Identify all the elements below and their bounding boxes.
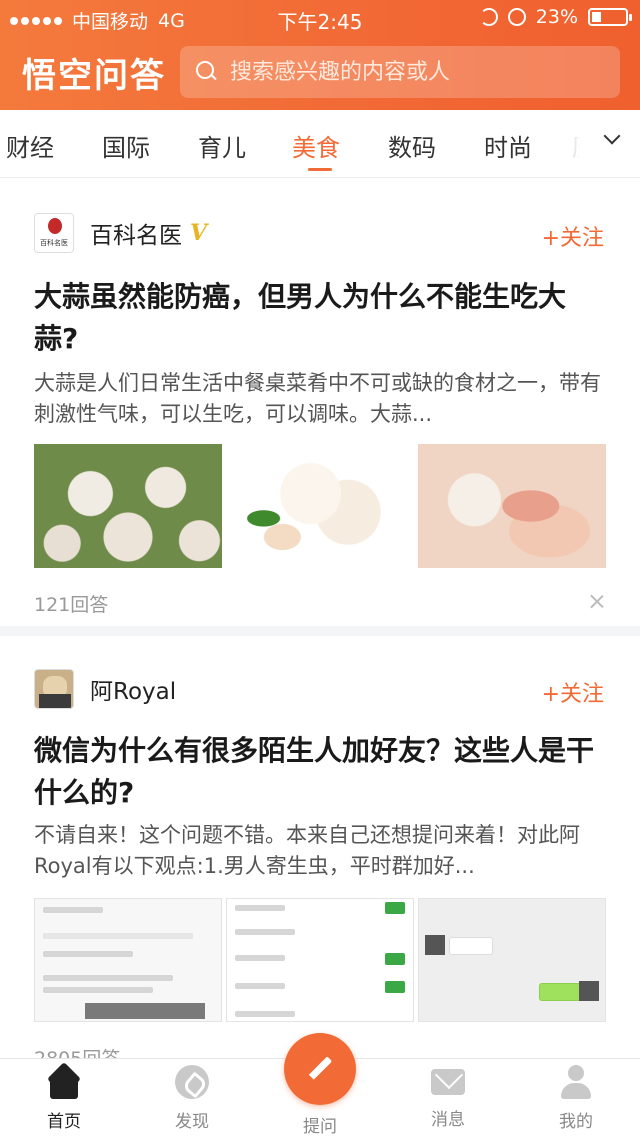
user-icon [559, 1065, 593, 1099]
close-icon[interactable] [590, 594, 604, 608]
author-name[interactable]: 阿Royal [90, 672, 176, 706]
answer-count: 121回答 [34, 594, 109, 616]
nav-messages[interactable]: 消息 [408, 1065, 488, 1130]
question-title[interactable]: 微信为什么有很多陌生人加好友？这些人是干什么的? [34, 730, 606, 814]
answer-count: 2805回答 [34, 1044, 120, 1058]
envelope-icon [431, 1069, 465, 1095]
status-bar: 中国移动 4G 下午2:45 23% [0, 0, 640, 36]
category-tabs: 财经 国际 育儿 美食 数码 时尚 历 [0, 110, 640, 178]
garlic-photo-1[interactable] [34, 444, 222, 568]
author-row: 阿Royal [34, 668, 176, 710]
thumbnail-row [34, 898, 606, 1022]
card-divider [0, 626, 640, 636]
nav-me[interactable]: 我的 [536, 1065, 616, 1132]
tab-parenting[interactable]: 育儿 [198, 128, 246, 163]
nav-discover-label: 发现 [175, 1112, 209, 1132]
garlic-photo-3[interactable] [418, 444, 606, 568]
search-icon [196, 61, 218, 83]
answer-abstract[interactable]: 大蒜是人们日常生活中餐桌菜肴中不可或缺的食材之一，带有刺激性气味，可以生吃，可以… [34, 368, 606, 430]
home-icon [47, 1065, 81, 1099]
chat-screenshot-1[interactable] [34, 898, 222, 1022]
nav-discover[interactable]: 发现 [152, 1065, 232, 1132]
question-card[interactable]: 阿Royal +关注 微信为什么有很多陌生人加好友？这些人是干什么的? 不请自来… [0, 636, 640, 1058]
question-feed: 百科名医 百科名医 V +关注 大蒜虽然能防癌，但男人为什么不能生吃大蒜? 大蒜… [0, 178, 640, 1058]
author-name[interactable]: 百科名医 [90, 216, 182, 250]
verified-badge-icon: V [190, 220, 208, 246]
nav-ask-label[interactable]: 提问 [280, 1112, 360, 1137]
tab-food[interactable]: 美食 [292, 128, 340, 163]
tab-finance[interactable]: 财经 [6, 128, 54, 163]
pencil-icon [306, 1055, 334, 1083]
active-tab-indicator [308, 168, 332, 171]
nav-me-label: 我的 [559, 1112, 593, 1132]
answer-abstract[interactable]: 不请自来！这个问题不错。本来自己还想提问来着！对此阿Royal有以下观点:1.男… [34, 820, 606, 882]
nav-messages-label: 消息 [431, 1110, 465, 1130]
search-bar[interactable] [180, 46, 620, 98]
nav-home-label: 首页 [47, 1112, 81, 1132]
bottom-nav: 首页 发现 提问 消息 我的 [0, 1033, 640, 1139]
avatar-text: 百科名医 [40, 239, 68, 247]
tab-digital[interactable]: 数码 [388, 128, 436, 163]
ask-question-button[interactable] [284, 1033, 356, 1105]
tab-fade [538, 110, 608, 177]
top-header: 中国移动 4G 下午2:45 23% 悟空问答 [0, 0, 640, 110]
chevron-down-icon[interactable] [604, 130, 620, 146]
compass-icon [175, 1065, 209, 1099]
moon-icon [479, 8, 498, 26]
thumbnail-row [34, 444, 606, 568]
nav-home[interactable]: 首页 [24, 1065, 104, 1132]
follow-button[interactable]: +关注 [542, 676, 604, 708]
chat-screenshot-2[interactable] [226, 898, 414, 1022]
rotation-lock-icon [507, 8, 526, 26]
avatar[interactable]: 百科名医 [34, 213, 74, 253]
avatar[interactable] [34, 669, 74, 709]
chat-screenshot-3[interactable] [418, 898, 606, 1022]
battery-percent: 23% [535, 6, 578, 28]
search-input[interactable] [230, 59, 590, 85]
garlic-photo-2[interactable] [226, 444, 414, 568]
author-row: 百科名医 百科名医 V [34, 212, 207, 254]
tab-international[interactable]: 国际 [102, 128, 150, 163]
question-card[interactable]: 百科名医 百科名医 V +关注 大蒜虽然能防癌，但男人为什么不能生吃大蒜? 大蒜… [0, 178, 640, 626]
tab-fashion[interactable]: 时尚 [484, 128, 532, 163]
battery-icon [588, 8, 632, 26]
question-title[interactable]: 大蒜虽然能防癌，但男人为什么不能生吃大蒜? [34, 276, 606, 360]
app-logo[interactable]: 悟空问答 [22, 48, 166, 97]
follow-button[interactable]: +关注 [542, 220, 604, 252]
